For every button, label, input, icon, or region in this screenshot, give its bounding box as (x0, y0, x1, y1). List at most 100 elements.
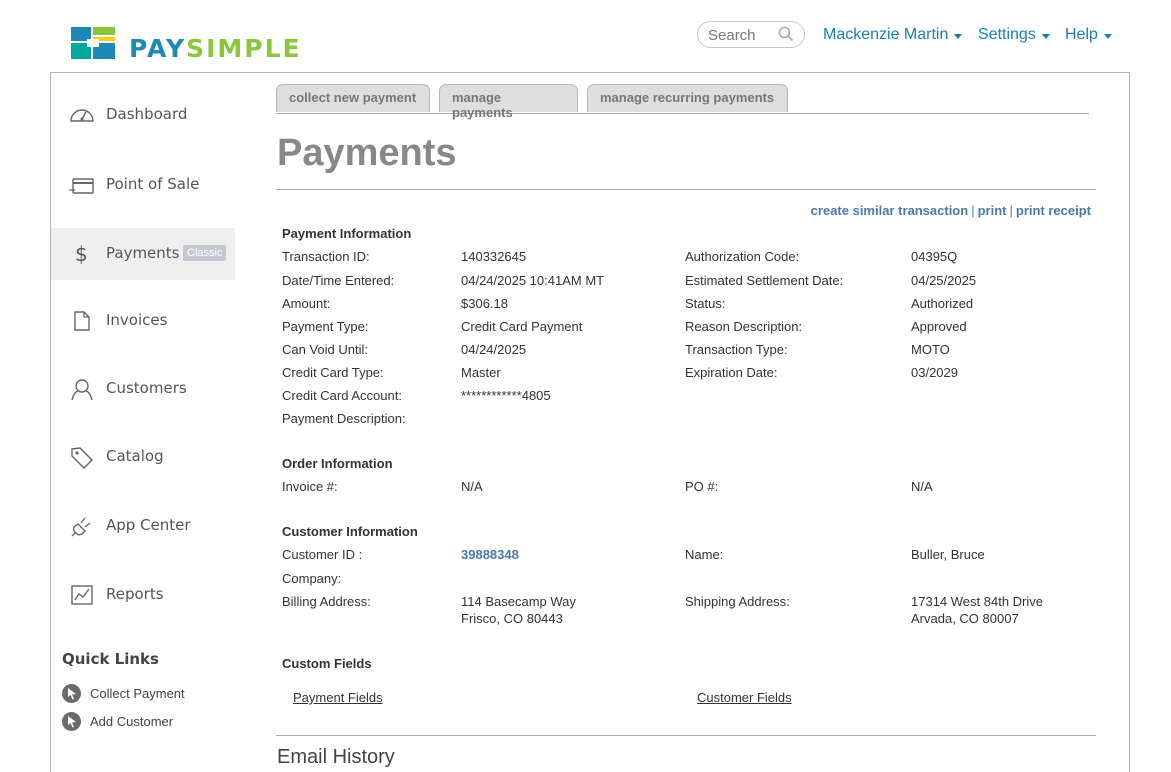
top-header: PAYSIMPLE Mackenzie Martin Settings Help (0, 0, 1171, 72)
cursor-arrow-icon (62, 684, 81, 703)
field-label: Invoice #: (282, 479, 338, 494)
tag-icon (71, 447, 93, 469)
status-value: Authorized (911, 296, 974, 311)
print-link[interactable]: print (978, 203, 1007, 218)
quick-link-add-customer[interactable]: Add Customer (62, 712, 173, 731)
chevron-down-icon (954, 33, 963, 39)
search-box[interactable] (697, 21, 805, 48)
settings-menu-label: Settings (978, 26, 1036, 43)
authorization-code-value: 04395Q (911, 249, 958, 264)
page-title: Payments (277, 132, 457, 174)
field-label: Company: (282, 571, 342, 586)
field-label: Transaction Type: (685, 342, 788, 357)
sidebar-item-invoices[interactable]: Invoices (51, 295, 235, 347)
settings-menu[interactable]: Settings (978, 26, 1050, 44)
separator: | (1009, 203, 1013, 218)
user-menu[interactable]: Mackenzie Martin (823, 26, 963, 44)
logo-mark-icon (71, 27, 115, 59)
field-label: Can Void Until: (282, 342, 368, 357)
custom-fields-title: Custom Fields (282, 656, 372, 671)
sidebar-item-label: Payments (106, 244, 180, 262)
card-account-value: ************4805 (461, 388, 551, 403)
dollar-icon: $ (75, 242, 88, 266)
sidebar-item-label: Invoices (106, 311, 168, 329)
payment-type-value: Credit Card Payment (461, 319, 583, 334)
reason-description-value: Approved (911, 319, 967, 334)
field-label: Transaction ID: (282, 249, 370, 264)
help-menu-label: Help (1065, 26, 1098, 43)
email-history-title: Email History (277, 746, 395, 768)
logo-pay-text: PAY (129, 34, 187, 63)
plug-icon (71, 517, 91, 537)
customer-fields-link[interactable]: Customer Fields (697, 690, 792, 705)
invoice-number-value: N/A (461, 479, 483, 494)
field-label: Amount: (282, 296, 331, 311)
transaction-actions: create similar transaction | print | print r… (811, 203, 1091, 218)
card-type-value: Master (461, 365, 501, 380)
search-input[interactable] (708, 26, 774, 44)
quick-link-collect-payment[interactable]: Collect Payment (62, 684, 185, 703)
customer-information-title: Customer Information (282, 524, 418, 539)
cursor-arrow-icon (62, 712, 81, 731)
sidebar-item-payments[interactable]: $ Payments Classic (51, 228, 235, 280)
po-number-value: N/A (911, 479, 933, 494)
tab-collect-new-payment[interactable]: collect new payment (276, 84, 430, 112)
classic-badge: Classic (183, 245, 227, 261)
field-label: PO #: (685, 479, 719, 494)
search-icon[interactable] (778, 26, 794, 42)
help-menu[interactable]: Help (1065, 26, 1112, 44)
transaction-id-value: 140332645 (461, 249, 527, 264)
field-label: Credit Card Type: (282, 365, 384, 380)
dashboard-icon (70, 109, 94, 122)
sidebar-item-app-center[interactable]: App Center (51, 500, 235, 552)
field-label: Expiration Date: (685, 365, 778, 380)
tab-manage-recurring-payments[interactable]: manage recurring payments (587, 84, 788, 112)
sidebar-item-catalog[interactable]: Catalog (51, 431, 235, 483)
customer-name-value: Buller, Bruce (911, 547, 985, 562)
payment-fields-link[interactable]: Payment Fields (293, 690, 383, 705)
print-receipt-link[interactable]: print receipt (1016, 203, 1091, 218)
transaction-type-value: MOTO (911, 342, 950, 357)
expiration-date-value: 03/2029 (911, 365, 958, 380)
field-label: Authorization Code: (685, 249, 800, 264)
date-entered-value: 04/24/2025 10:41AM MT (461, 273, 605, 288)
field-label: Status: (685, 296, 726, 311)
billing-address-line1: 114 Basecamp Way (461, 594, 576, 609)
billing-address-line2: Frisco, CO 80443 (461, 611, 563, 626)
field-label: Reason Description: (685, 319, 803, 334)
tab-manage-payments[interactable]: manage payments (439, 84, 578, 120)
sidebar-item-label: App Center (106, 516, 191, 534)
sidebar-item-label: Customers (106, 379, 187, 397)
create-similar-transaction-link[interactable]: create similar transaction (811, 203, 969, 218)
document-icon (74, 311, 90, 331)
field-label: Shipping Address: (685, 594, 790, 609)
settlement-date-value: 04/25/2025 (911, 273, 977, 288)
sidebar-item-customers[interactable]: Customers (51, 363, 235, 415)
sidebar-item-reports[interactable]: Reports (51, 569, 235, 621)
chevron-down-icon (1041, 33, 1050, 39)
sidebar-item-label: Dashboard (106, 105, 188, 123)
user-menu-label: Mackenzie Martin (823, 26, 949, 43)
sidebar-item-point-of-sale[interactable]: Point of Sale (51, 159, 235, 211)
shipping-address-line1: 17314 West 84th Drive (911, 594, 1043, 609)
logo-wordmark: PAYSIMPLE (129, 34, 302, 64)
field-label: Billing Address: (282, 594, 371, 609)
sidebar-item-dashboard[interactable]: Dashboard (51, 89, 235, 141)
field-label: Name: (685, 547, 724, 562)
card-reader-icon (69, 178, 94, 194)
quick-link-label: Collect Payment (90, 686, 185, 701)
title-divider (276, 189, 1096, 190)
field-label: Estimated Settlement Date: (685, 273, 844, 288)
order-information-title: Order Information (282, 456, 393, 471)
field-label: Credit Card Account: (282, 388, 402, 403)
paysimple-logo[interactable]: PAYSIMPLE (71, 27, 311, 64)
quick-links-title: Quick Links (62, 650, 159, 668)
field-label: Payment Type: (282, 319, 369, 334)
field-label: Date/Time Entered: (282, 273, 395, 288)
quick-link-label: Add Customer (90, 714, 174, 729)
field-label: Payment Description: (282, 411, 406, 426)
chart-icon (71, 585, 93, 605)
svg-text:$: $ (75, 242, 88, 266)
customer-id-link[interactable]: 39888348 (461, 547, 519, 562)
payment-tabs: collect new payment manage payments mana… (276, 84, 1089, 120)
